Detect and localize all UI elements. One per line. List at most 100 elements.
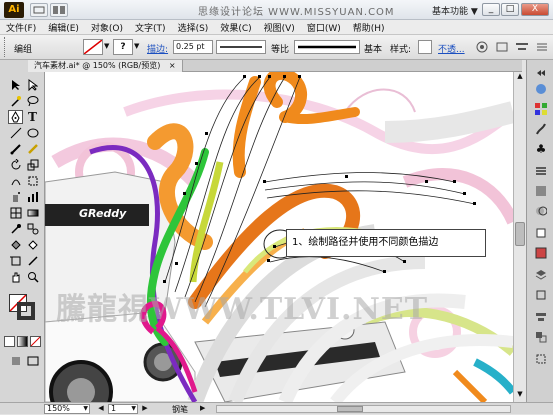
stroke-label[interactable]: 描边: xyxy=(147,42,168,55)
symbol-sprayer-tool-icon[interactable] xyxy=(8,190,23,204)
screen-mode-icon[interactable] xyxy=(25,354,40,368)
horizontal-scrollbar[interactable] xyxy=(216,405,511,413)
brushes-panel-icon[interactable] xyxy=(534,122,548,136)
vertical-scrollbar[interactable]: ▲ ▼ xyxy=(513,72,526,402)
horizontal-scroll-thumb[interactable] xyxy=(337,406,363,412)
scroll-thumb[interactable] xyxy=(515,222,525,246)
menu-help[interactable]: 帮助(H) xyxy=(347,21,391,34)
arrange-documents-button[interactable] xyxy=(50,3,68,17)
brush-label: 基本 xyxy=(364,45,383,55)
document-tab[interactable]: 汽车素材.ai* @ 150% (RGB/预览) × xyxy=(28,60,183,72)
scroll-up-arrow[interactable]: ▲ xyxy=(515,72,525,82)
expand-panels-icon[interactable] xyxy=(534,66,548,80)
lasso-tool-icon[interactable] xyxy=(25,94,40,108)
brush-definition[interactable] xyxy=(294,40,360,54)
orange-ribbon-low xyxy=(452,369,488,402)
warp-tool-icon[interactable] xyxy=(8,174,23,188)
magic-wand-tool-icon[interactable] xyxy=(8,94,23,108)
isolate-icon[interactable] xyxy=(494,40,510,54)
panel-menu-icon[interactable] xyxy=(534,40,550,54)
mesh-tool-icon[interactable] xyxy=(8,206,23,220)
paintbrush-tool-icon[interactable] xyxy=(8,142,23,156)
minimize-button[interactable]: _ xyxy=(482,3,500,16)
pathfinder-panel-icon[interactable] xyxy=(534,330,548,344)
live-paint-bucket-icon[interactable] xyxy=(8,238,23,252)
stroke-color-box[interactable] xyxy=(17,302,35,320)
menu-file[interactable]: 文件(F) xyxy=(0,21,42,34)
blend-tool-icon[interactable] xyxy=(25,222,40,236)
recolor-icon[interactable] xyxy=(474,40,490,54)
close-tab-icon[interactable]: × xyxy=(169,61,176,70)
none-mode-icon[interactable] xyxy=(30,336,41,347)
bridge-button[interactable] xyxy=(30,3,48,17)
workspace-switcher[interactable]: 基本功能 ▼ xyxy=(432,4,478,17)
color-mode-icon[interactable] xyxy=(4,336,15,347)
graphic-styles-panel-icon[interactable] xyxy=(534,246,548,260)
stroke-panel-icon[interactable] xyxy=(534,164,548,178)
hand-tool-icon[interactable] xyxy=(8,270,23,284)
artboard-dropdown-icon[interactable]: ▼ xyxy=(131,405,136,413)
variable-width-profile[interactable] xyxy=(216,40,266,54)
stroke-swatch[interactable]: ? xyxy=(113,39,133,55)
eyedropper-tool-icon[interactable] xyxy=(8,222,23,236)
artboard-tool-icon[interactable] xyxy=(8,254,23,268)
line-tool-icon[interactable] xyxy=(8,126,23,140)
appearance-panel-icon[interactable] xyxy=(534,226,548,240)
zoom-dropdown-icon[interactable]: ▼ xyxy=(83,405,88,413)
draw-normal-icon[interactable] xyxy=(8,354,23,368)
menu-view[interactable]: 视图(V) xyxy=(258,21,301,34)
workspace-label: 基本功能 xyxy=(432,7,469,17)
menu-edit[interactable]: 编辑(E) xyxy=(42,21,85,34)
pen-tool-icon[interactable] xyxy=(8,110,23,124)
menu-effect[interactable]: 效果(C) xyxy=(214,21,257,34)
type-tool-icon[interactable]: T xyxy=(25,110,40,124)
color-panel-icon[interactable] xyxy=(534,82,548,96)
swatches-panel-icon[interactable] xyxy=(534,102,548,116)
pencil-tool-icon[interactable] xyxy=(25,142,40,156)
stroke-weight-field[interactable]: 0.25 pt xyxy=(173,40,213,54)
transform-panel-icon[interactable] xyxy=(534,352,548,366)
grip-handle[interactable] xyxy=(4,37,7,57)
gradient-tool-icon[interactable] xyxy=(25,206,40,220)
zoom-field[interactable]: 150% ▼ xyxy=(44,404,90,414)
menu-type[interactable]: 文字(T) xyxy=(129,21,172,34)
direct-selection-tool-icon[interactable] xyxy=(25,78,40,92)
menu-window[interactable]: 窗口(W) xyxy=(301,21,347,34)
fill-stroke-widget[interactable] xyxy=(9,294,35,320)
maximize-button[interactable]: □ xyxy=(501,3,519,16)
prev-artboard-icon[interactable]: ◀ xyxy=(96,404,106,414)
graphic-style-swatch[interactable] xyxy=(418,40,432,54)
artboards-panel-icon[interactable] xyxy=(534,288,548,302)
gradient-panel-icon[interactable] xyxy=(534,184,548,198)
zoom-value: 150% xyxy=(47,404,70,413)
close-button[interactable]: X xyxy=(521,3,549,16)
column-graph-tool-icon[interactable] xyxy=(25,190,40,204)
align-panel-icon[interactable] xyxy=(534,310,548,324)
scroll-down-arrow[interactable]: ▼ xyxy=(515,390,525,400)
symbols-panel-icon[interactable]: ♣ xyxy=(534,142,548,156)
stroke-dropdown-arrow[interactable]: ▼ xyxy=(134,42,142,52)
scale-tool-icon[interactable] xyxy=(25,158,40,172)
menu-select[interactable]: 选择(S) xyxy=(172,21,215,34)
tools-panel: T xyxy=(0,60,45,402)
menu-object[interactable]: 对象(O) xyxy=(85,21,129,34)
artboard-number: 1 xyxy=(111,404,117,413)
opacity-label[interactable]: 不透... xyxy=(438,42,465,55)
transparency-panel-icon[interactable] xyxy=(534,204,548,218)
align-icon[interactable] xyxy=(514,40,530,54)
next-artboard-icon[interactable]: ▶ xyxy=(140,404,150,414)
zoom-tool-icon[interactable] xyxy=(25,270,40,284)
fill-dropdown-arrow[interactable]: ▼ xyxy=(104,42,112,52)
svg-text:GReddy: GReddy xyxy=(79,207,127,220)
live-paint-selection-icon[interactable] xyxy=(25,238,40,252)
gradient-mode-icon[interactable] xyxy=(17,336,28,347)
artboard-number-field[interactable]: 1 ▼ xyxy=(108,404,138,414)
selection-tool-icon[interactable] xyxy=(8,78,23,92)
free-transform-tool-icon[interactable] xyxy=(25,174,40,188)
status-menu-icon[interactable]: ▶ xyxy=(200,404,210,414)
slice-tool-icon[interactable] xyxy=(25,254,40,268)
fill-swatch[interactable] xyxy=(83,39,103,55)
layers-panel-icon[interactable] xyxy=(534,268,548,282)
rotate-tool-icon[interactable] xyxy=(8,158,23,172)
ellipse-tool-icon[interactable] xyxy=(25,126,40,140)
